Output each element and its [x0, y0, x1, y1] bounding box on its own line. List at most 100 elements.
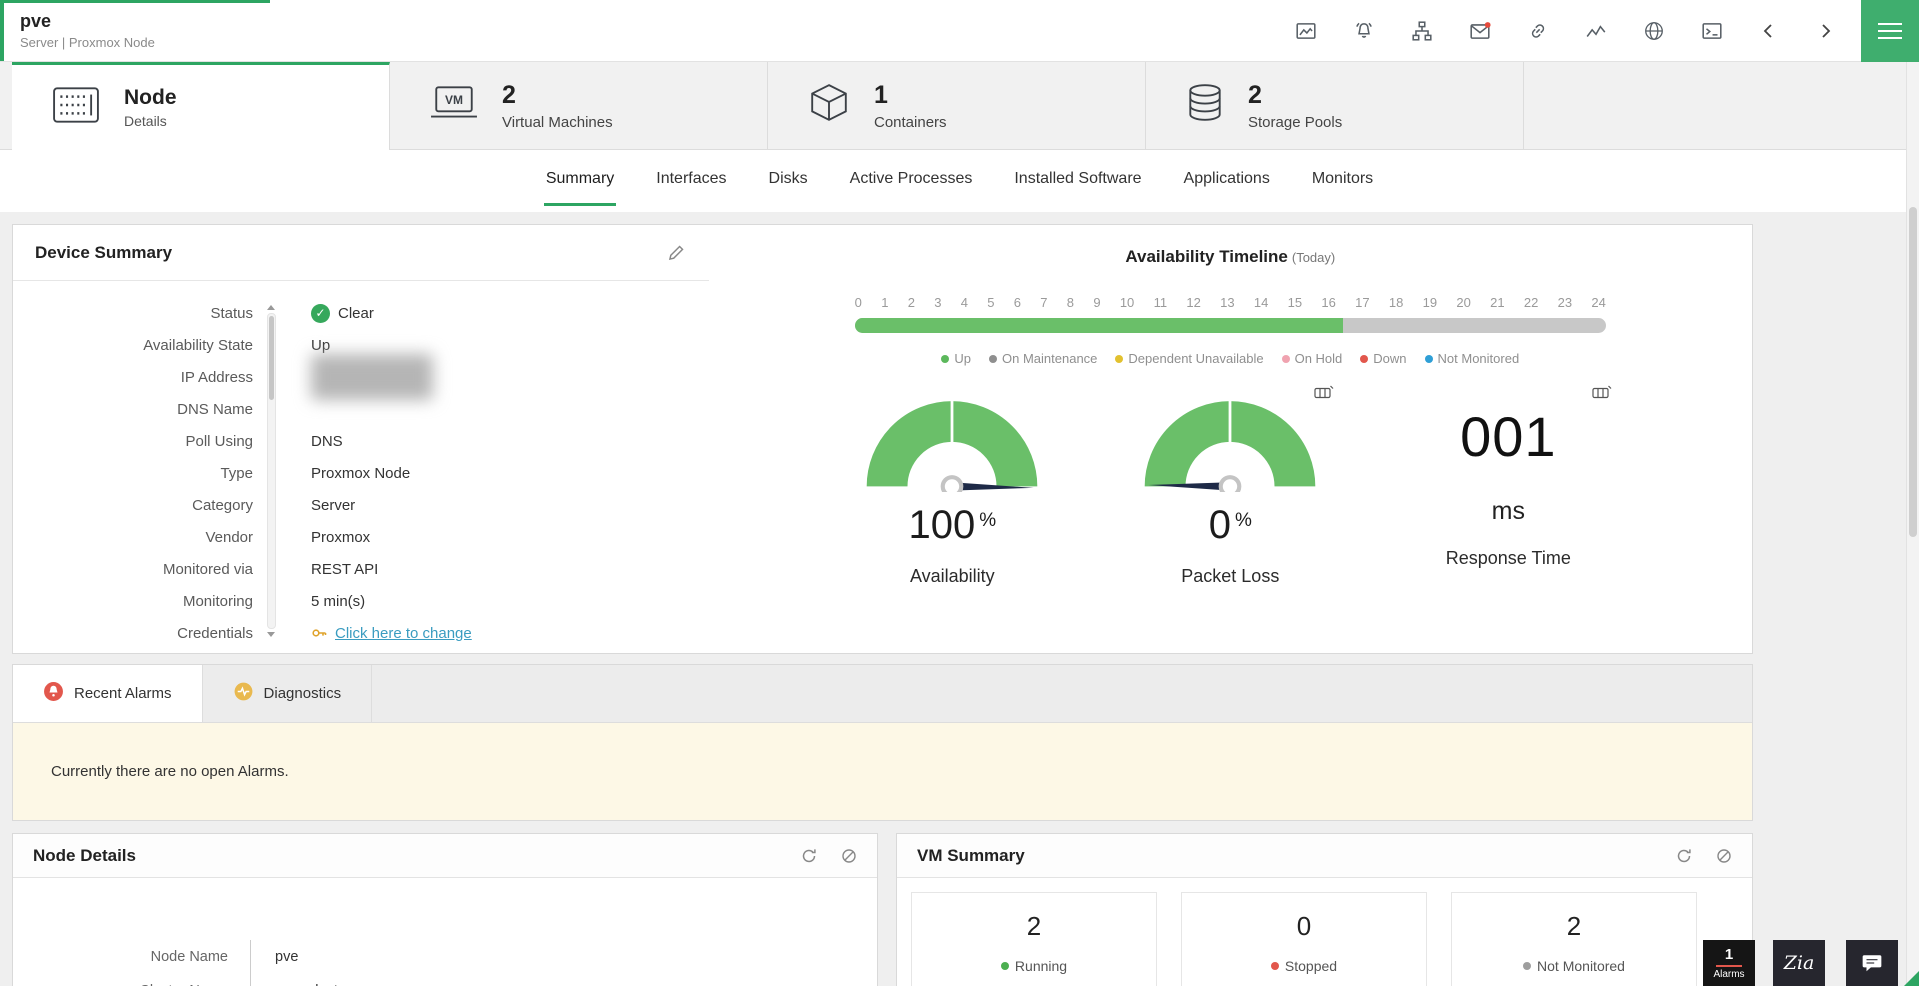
page-scrollbar[interactable]	[1906, 62, 1919, 986]
disable-refresh-icon[interactable]	[1716, 848, 1732, 864]
chat-icon[interactable]	[1846, 940, 1898, 986]
field-value: Server	[311, 497, 355, 514]
tab-installed-software[interactable]: Installed Software	[1012, 150, 1143, 203]
scroll-down-icon[interactable]	[267, 632, 275, 637]
storage-pools-icon	[1186, 82, 1224, 129]
hour-label: 16	[1321, 295, 1335, 310]
response-time-unit: ms	[1402, 497, 1614, 526]
tab-diagnostics[interactable]: Diagnostics	[203, 665, 373, 722]
vm-stat-count: 2	[1452, 911, 1696, 942]
tab-active-processes[interactable]: Active Processes	[848, 150, 975, 203]
field-value: REST API	[311, 561, 378, 578]
device-field-row: Monitoring5 min(s)	[35, 585, 709, 617]
server-rack-icon	[52, 86, 100, 129]
hour-label: 23	[1558, 295, 1572, 310]
device-field-row: VendorProxmox	[35, 521, 709, 553]
node-detail-row: Node Namepve	[13, 940, 877, 974]
refresh-icon[interactable]	[801, 848, 817, 864]
mail-icon[interactable]	[1469, 20, 1491, 42]
vm-summary-title: VM Summary	[917, 846, 1025, 866]
hour-label: 17	[1355, 295, 1369, 310]
svg-text:VM: VM	[445, 93, 463, 107]
field-value: DNS	[311, 433, 343, 450]
zia-assistant-icon[interactable]: Zia	[1773, 940, 1825, 986]
entity-tab-cards: Node Details VM 2 Virtual Machines 1 Con…	[0, 62, 1919, 150]
hour-label: 7	[1040, 295, 1047, 310]
chevron-right-icon[interactable]	[1815, 21, 1835, 41]
device-field-row: Monitored viaREST API	[35, 553, 709, 585]
disable-refresh-icon[interactable]	[841, 848, 857, 864]
card-title: Node	[124, 86, 177, 110]
counter-icon[interactable]	[1314, 384, 1334, 401]
legend-label: Up	[954, 351, 971, 366]
device-field-row: CategoryServer	[35, 489, 709, 521]
legend-item: On Hold	[1282, 351, 1343, 366]
terminal-icon[interactable]	[1701, 20, 1723, 42]
refresh-icon[interactable]	[1676, 848, 1692, 864]
tab-card-containers[interactable]: 1 Containers	[768, 62, 1146, 149]
tab-card-node-details[interactable]: Node Details	[12, 62, 390, 150]
alarm-bell-icon[interactable]	[1353, 20, 1375, 42]
scroll-track[interactable]	[267, 313, 276, 629]
globe-icon[interactable]	[1643, 20, 1665, 42]
scroll-thumb[interactable]	[269, 316, 274, 400]
counter-icon[interactable]	[1592, 384, 1612, 401]
node-detail-row: Cluster Nameopm-cluster	[13, 974, 877, 986]
legend-dot	[1282, 355, 1290, 363]
topbar: pve Server | Proxmox Node	[0, 0, 1919, 62]
link-icon[interactable]	[1527, 20, 1549, 42]
tab-card-storage-pools[interactable]: 2 Storage Pools	[1146, 62, 1524, 149]
field-value: Click here to change	[311, 625, 472, 642]
corner-resize-triangle	[1904, 971, 1919, 986]
card-count: 2	[1248, 81, 1342, 110]
vm-stat-card: 0Stopped	[1181, 892, 1427, 986]
recent-alarms-icon	[43, 681, 64, 706]
page-scroll-thumb[interactable]	[1909, 207, 1917, 537]
tab-applications[interactable]: Applications	[1182, 150, 1272, 203]
edit-device-summary-icon[interactable]	[667, 244, 685, 262]
tab-monitors[interactable]: Monitors	[1310, 150, 1375, 203]
hour-label: 5	[987, 295, 994, 310]
hour-label: 3	[934, 295, 941, 310]
sparkline-icon[interactable]	[1585, 20, 1607, 42]
alarm-count-label: Alarms	[1713, 969, 1744, 980]
credentials-change-link[interactable]: Click here to change	[335, 625, 472, 642]
hour-label: 10	[1120, 295, 1134, 310]
packet-loss-label: Packet Loss	[1124, 566, 1336, 587]
redacted-value	[311, 354, 433, 400]
subnav: Summary Interfaces Disks Active Processes In…	[0, 150, 1919, 212]
dashboard-chart-icon[interactable]	[1295, 20, 1317, 42]
key-icon	[311, 625, 327, 641]
legend-label: On Maintenance	[1002, 351, 1097, 366]
hour-label: 4	[961, 295, 968, 310]
chevron-left-icon[interactable]	[1759, 21, 1779, 41]
tab-card-virtual-machines[interactable]: VM 2 Virtual Machines	[390, 62, 768, 149]
field-value	[311, 361, 433, 393]
vm-status-dot	[1523, 962, 1531, 970]
field-value: Proxmox	[311, 529, 370, 546]
workflow-icon[interactable]	[1411, 20, 1433, 42]
packet-loss-gauge-block: 0% Packet Loss	[1124, 390, 1336, 587]
tab-recent-alarms[interactable]: Recent Alarms	[13, 665, 203, 722]
response-time-label: Response Time	[1402, 548, 1614, 569]
bottom-row: Node Details Node NamepveCluster Nameopm…	[12, 833, 1753, 986]
tab-disks[interactable]: Disks	[767, 150, 810, 203]
tab-summary[interactable]: Summary	[544, 150, 616, 206]
mail-notification-dot	[1485, 22, 1491, 28]
status-accent-bar	[0, 0, 4, 61]
tab-interfaces[interactable]: Interfaces	[654, 150, 728, 203]
availability-value: 100%	[846, 503, 1058, 548]
availability-timeline-subtitle: (Today)	[1292, 250, 1335, 265]
field-label: Poll Using	[35, 433, 253, 450]
device-field-row: IP Address	[35, 361, 709, 393]
device-summary-scrollbar[interactable]	[265, 305, 277, 637]
hour-label: 24	[1591, 295, 1605, 310]
legend-label: On Hold	[1295, 351, 1343, 366]
legend-item: Not Monitored	[1425, 351, 1520, 366]
menu-icon[interactable]	[1861, 0, 1919, 62]
hour-label: 21	[1490, 295, 1504, 310]
hour-label: 11	[1154, 295, 1168, 310]
scroll-up-icon[interactable]	[267, 305, 275, 310]
device-summary-rows: Status✓ClearAvailability StateUpIP Addre…	[13, 281, 709, 649]
alarms-counter-widget[interactable]: 1 Alarms	[1703, 940, 1755, 986]
